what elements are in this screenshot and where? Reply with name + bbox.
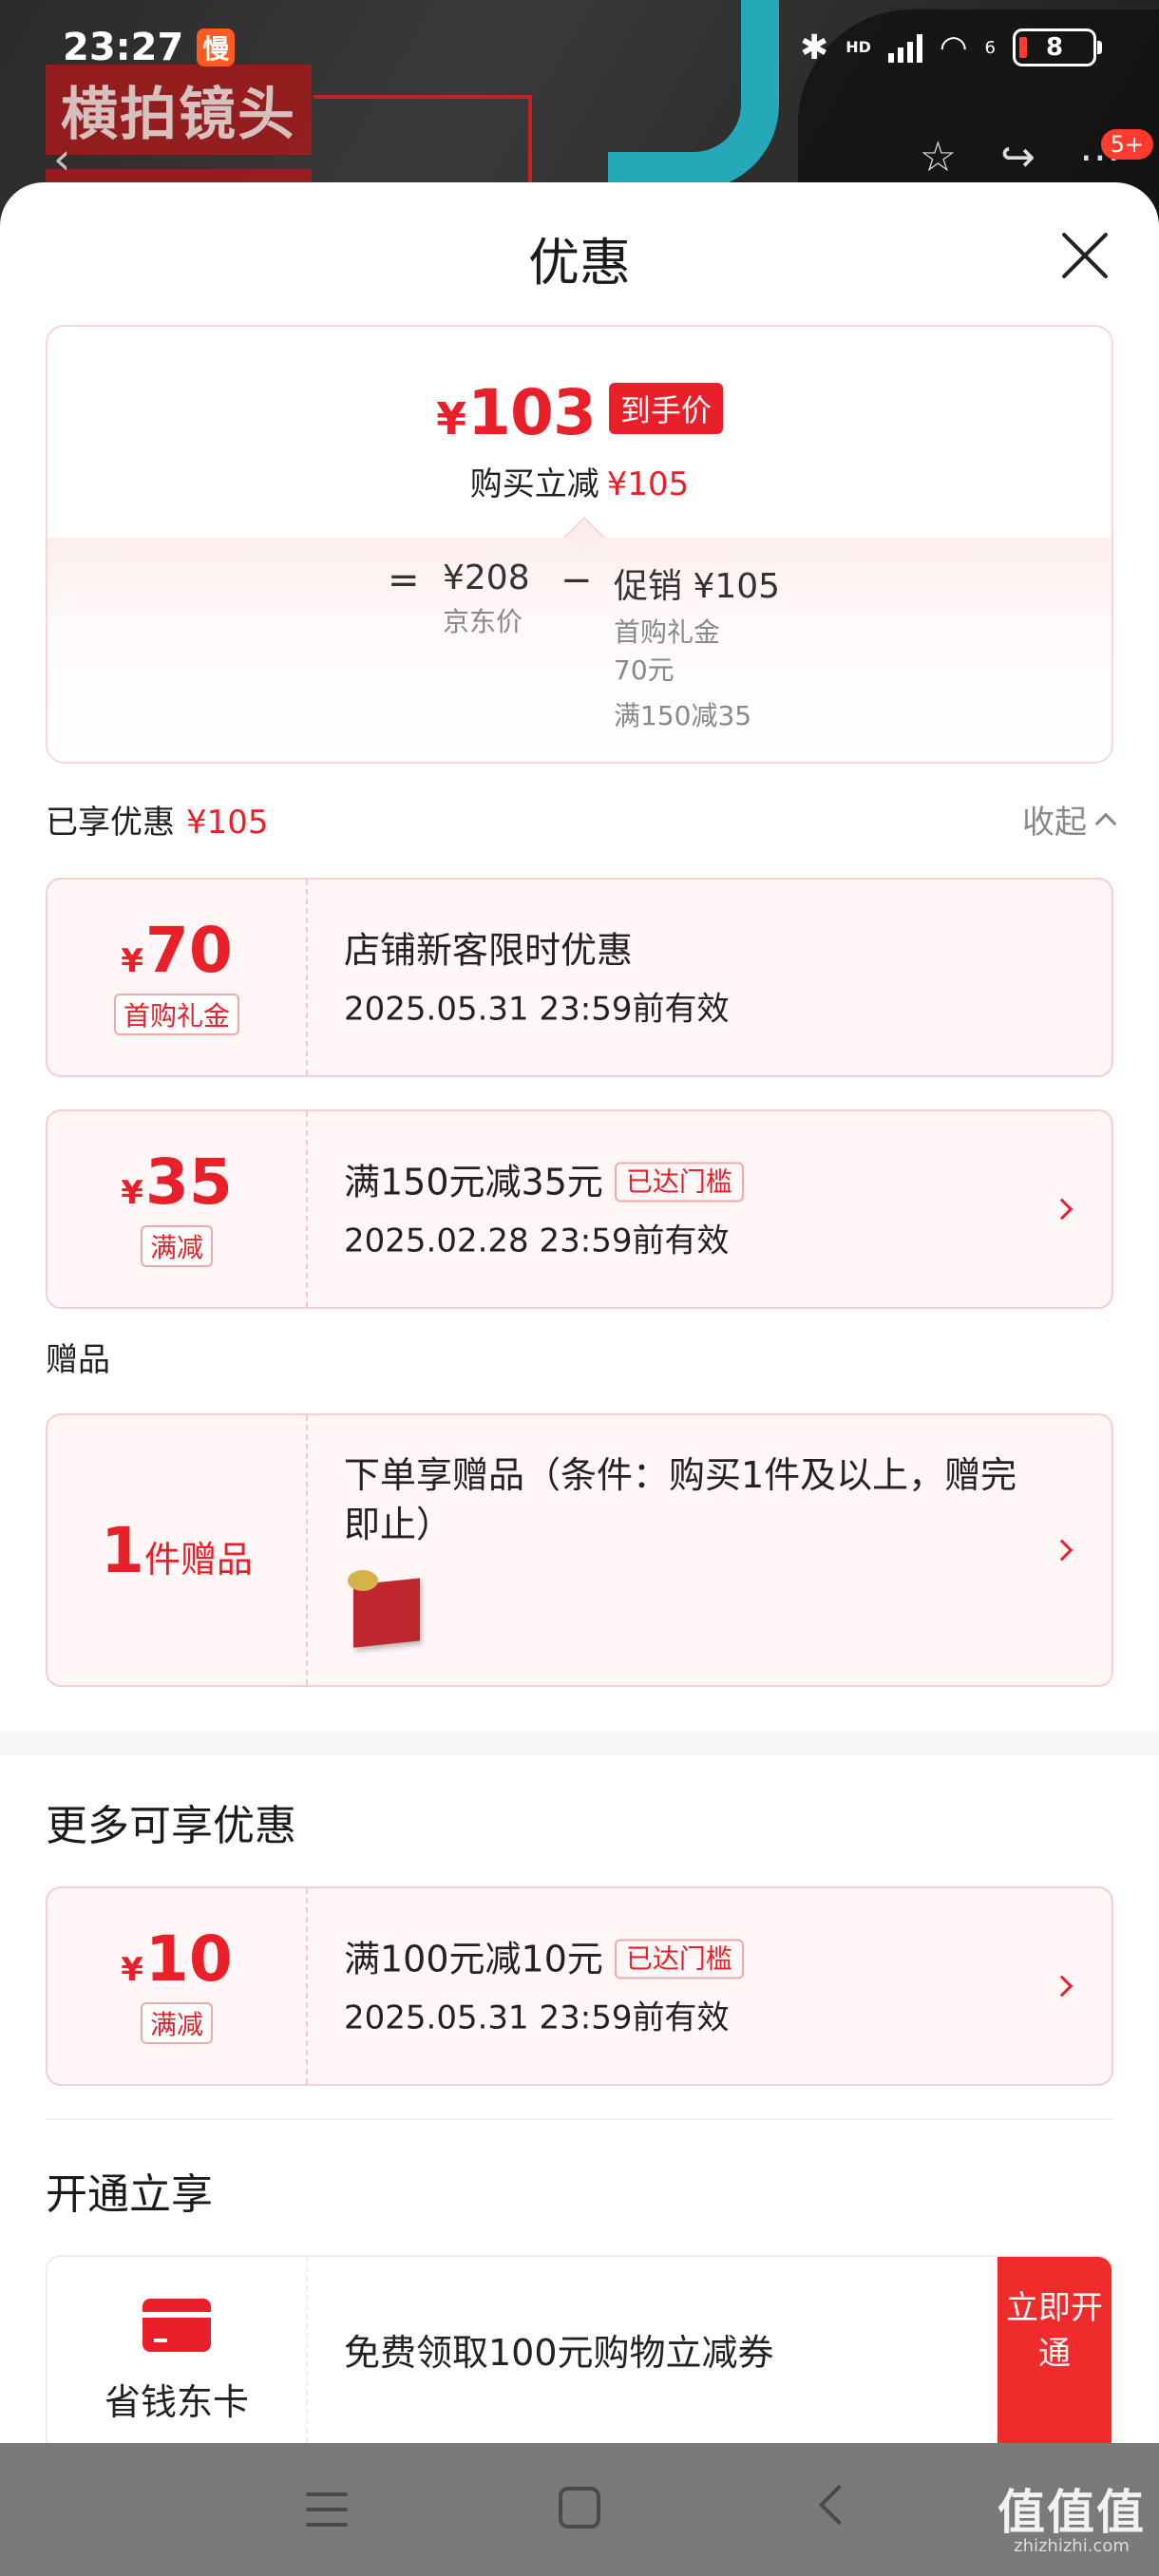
coupon-expiry: 2025.05.31 23:59前有效 xyxy=(344,1998,730,2037)
status-icons: ✱ HD ◠ 6 8 xyxy=(800,28,1102,67)
instant-reduce-row: 购买立减 ¥105 xyxy=(48,458,1112,504)
chevron-right-icon xyxy=(1051,1975,1074,1998)
promo-item: 首购礼金 xyxy=(614,616,721,648)
status-time: 23:27 xyxy=(63,26,184,69)
coupon-info: 满100元减10元 已达门槛 2025.05.31 23:59前有效 xyxy=(344,1935,1045,2038)
gift-thumbnail[interactable] xyxy=(344,1566,428,1650)
status-bar: 23:27 慢 ✱ HD ◠ 6 8 xyxy=(0,0,1159,95)
coupon-value: ¥10 满减 xyxy=(48,1888,308,2084)
battery-icon: 8 xyxy=(1013,28,1102,66)
coupon-expiry: 2025.05.31 23:59前有效 xyxy=(344,990,730,1029)
network-type-label: 6 xyxy=(984,37,996,58)
product-nav-actions: ☆ ↪ ⋯ xyxy=(920,133,1121,181)
coupon-type-tag: 满减 xyxy=(140,1225,213,1267)
membership-name: 省钱东卡 xyxy=(104,2381,249,2423)
formula-minus: − xyxy=(560,559,593,602)
price-summary-top: ¥103 到手价 购买立减 ¥105 xyxy=(48,327,1112,538)
chevron-right-icon xyxy=(1051,1539,1074,1562)
final-price-tag: 到手价 xyxy=(608,383,723,434)
section-divider xyxy=(0,1731,1159,1755)
hd-voice-icon: HD xyxy=(846,38,871,56)
membership-offer: 免费领取100元购物立减券 xyxy=(344,2332,774,2374)
product-nav-overlay: ‹ ☆ ↪ ⋯ 5+ xyxy=(0,129,1159,190)
coupon-amount: ¥10 xyxy=(121,1923,233,1996)
coupon-title-row: 满150元减35元 已达门槛 xyxy=(344,1158,1045,1207)
instant-reduce-label: 购买立减 xyxy=(469,465,599,503)
site-watermark: 值值值 zhizhizhi.com xyxy=(998,2489,1146,2556)
discount-sheet: 优惠 ¥103 到手价 购买立减 ¥105 = ¥208 京东价 − 促销 ¥10… xyxy=(0,182,1159,2443)
wifi-icon: ◠ xyxy=(939,28,968,66)
coupon-value: ¥35 满减 xyxy=(48,1111,308,1307)
promo-item: 70元 xyxy=(614,654,674,686)
system-back-button[interactable] xyxy=(818,2484,860,2526)
collapse-label: 收起 xyxy=(1022,804,1087,842)
coupon-title-row: 满100元减10元 已达门槛 xyxy=(344,1935,1045,1984)
jd-price: ¥208 xyxy=(443,559,530,597)
sheet-title: 优惠 xyxy=(528,233,631,293)
formula-equals: = xyxy=(388,559,420,602)
enjoyed-label: 已享优惠 xyxy=(46,804,175,842)
instant-reduce-amount: ¥105 xyxy=(606,465,690,503)
coupon-card[interactable]: ¥70 首购礼金 店铺新客限时优惠 2025.05.31 23:59前有效 xyxy=(46,878,1113,1077)
coupon-expiry: 2025.02.28 23:59前有效 xyxy=(344,1222,730,1260)
gift-count: 1件赠品 xyxy=(48,1415,308,1685)
favorite-star-icon[interactable]: ☆ xyxy=(920,133,957,181)
gift-card[interactable]: 1件赠品 下单享赠品（条件：购买1件及以上，赠完即止） xyxy=(46,1413,1113,1687)
coupon-title: 满100元减10元 xyxy=(344,1938,603,1980)
coupon-value: ¥70 首购礼金 xyxy=(48,880,308,1075)
chevron-right-icon xyxy=(1051,1198,1074,1221)
open-now-button[interactable]: 立即开通 xyxy=(998,2257,1112,2443)
promo-column: 促销 ¥105 首购礼金 70元 满150减35 xyxy=(614,559,780,735)
gift-bow-image xyxy=(348,1570,378,1591)
promo-item: 满150减35 xyxy=(614,700,752,731)
home-button[interactable] xyxy=(559,2487,600,2529)
back-icon[interactable]: ‹ xyxy=(53,133,70,184)
gift-section-label: 赠品 xyxy=(46,1341,110,1379)
membership-card-left: 省钱东卡 xyxy=(48,2257,308,2443)
gift-title: 下单享赠品（条件：购买1件及以上，赠完即止） xyxy=(344,1454,1017,1545)
enjoyed-amount: ¥105 xyxy=(186,804,269,842)
cart-count-badge: 5+ xyxy=(1100,129,1153,160)
final-price: ¥103 xyxy=(436,376,597,449)
more-discounts-heading: 更多可享优惠 xyxy=(46,1802,296,1850)
coupon-amount: ¥70 xyxy=(121,914,233,987)
coupon-amount: ¥35 xyxy=(121,1146,233,1219)
chevron-up-icon xyxy=(1094,812,1117,834)
promo-total: 促销 ¥105 xyxy=(614,567,781,606)
membership-card: 省钱东卡 免费领取100元购物立减券 立即开通 xyxy=(46,2255,1113,2443)
jd-price-column: ¥208 京东价 xyxy=(443,559,530,641)
system-nav-bar: 值值值 zhizhizhi.com xyxy=(0,2443,1159,2576)
gift-info: 下单享赠品（条件：购买1件及以上，赠完即止） xyxy=(344,1450,1045,1650)
recent-apps-button[interactable] xyxy=(306,2492,348,2527)
coupon-info: 满150元减35元 已达门槛 2025.02.28 23:59前有效 xyxy=(344,1158,1045,1261)
coupon-card[interactable]: ¥35 满减 满150元减35元 已达门槛 2025.02.28 23:59前有… xyxy=(46,1109,1113,1309)
coupon-title: 满150元减35元 xyxy=(344,1161,603,1203)
coupon-info: 店铺新客限时优惠 2025.05.31 23:59前有效 xyxy=(344,926,1045,1030)
threshold-met-badge: 已达门槛 xyxy=(614,1162,744,1203)
section-divider-thin xyxy=(46,2118,1113,2120)
bluetooth-icon: ✱ xyxy=(800,28,829,67)
collapse-toggle[interactable]: 收起 xyxy=(1022,796,1117,843)
credit-card-icon xyxy=(142,2299,211,2352)
final-price-row: ¥103 到手价 xyxy=(48,376,1112,449)
open-membership-heading: 开通立享 xyxy=(46,2170,213,2219)
price-summary-card: ¥103 到手价 购买立减 ¥105 = ¥208 京东价 − 促销 ¥105 首… xyxy=(46,325,1113,764)
threshold-met-badge: 已达门槛 xyxy=(614,1939,744,1979)
gift-count-number: 1 xyxy=(101,1513,144,1587)
notification-app-icon: 慢 xyxy=(197,28,236,66)
jd-price-label: 京东价 xyxy=(443,606,523,637)
gift-count-suffix: 件赠品 xyxy=(143,1538,253,1581)
coupon-title: 店铺新客限时优惠 xyxy=(344,929,634,972)
share-icon[interactable]: ↪ xyxy=(1000,133,1036,181)
watermark-url: zhizhizhi.com xyxy=(1014,2536,1130,2556)
watermark-logo: 值值值 xyxy=(998,2485,1146,2540)
coupon-card[interactable]: ¥10 满减 满100元减10元 已达门槛 2025.05.31 23:59前有… xyxy=(46,1886,1113,2086)
enjoyed-discount-header: 已享优惠 ¥105 xyxy=(46,796,269,843)
cellular-signal-icon xyxy=(887,32,922,63)
coupon-type-tag: 满减 xyxy=(140,2002,213,2044)
close-button[interactable] xyxy=(1058,228,1112,281)
coupon-type-tag: 首购礼金 xyxy=(113,994,239,1035)
